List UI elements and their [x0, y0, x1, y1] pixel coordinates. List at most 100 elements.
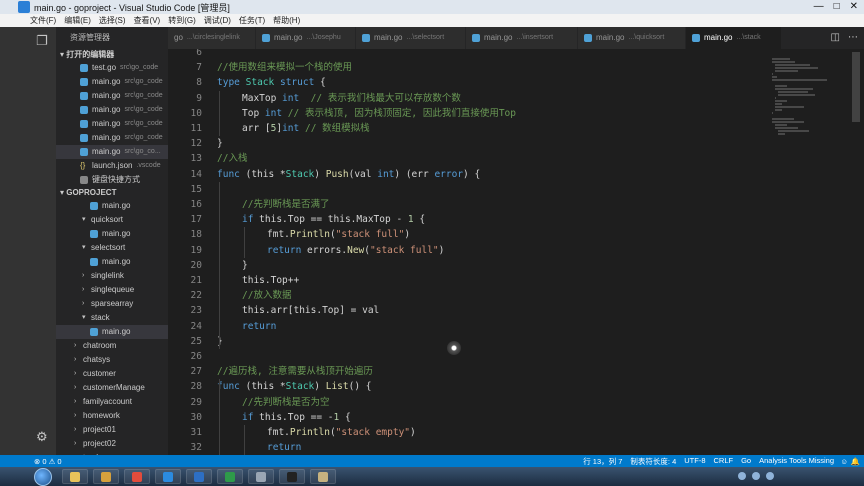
menu-selection[interactable]: 选择(S)	[99, 15, 126, 26]
code-line[interactable]: 26	[168, 349, 768, 364]
code-line[interactable]: 29 //先判断栈是否为空	[168, 395, 768, 410]
code-line[interactable]: 32 return	[168, 440, 768, 455]
maximize-button[interactable]: □	[834, 1, 840, 12]
folder-item[interactable]: › homework	[56, 409, 168, 423]
folder-item[interactable]: › sparsearray	[56, 297, 168, 311]
folder-item[interactable]: › familyaccount	[56, 395, 168, 409]
taskbar-chrome-button[interactable]	[124, 469, 150, 484]
folder-item[interactable]: › singlelink	[56, 269, 168, 283]
code-line[interactable]: 23 this.arr[this.Top] = val	[168, 303, 768, 318]
code-line[interactable]: 20}	[168, 258, 768, 273]
menu-file[interactable]: 文件(F)	[30, 15, 56, 26]
folder-item[interactable]: › chatroom	[56, 339, 168, 353]
editor-tab[interactable]: main.go ...\quicksort	[578, 27, 686, 49]
menu-goto[interactable]: 转到(G)	[168, 15, 196, 26]
taskbar-word-button[interactable]	[186, 469, 212, 484]
tray-icon[interactable]	[752, 472, 760, 480]
code-line[interactable]: 11 arr [5]int // 数组模拟栈	[168, 121, 768, 136]
editor-tab[interactable]: main.go ...\stack	[686, 27, 782, 49]
folder-item[interactable]: ▾ stack	[56, 311, 168, 325]
scrollbar-thumb[interactable]	[852, 52, 860, 122]
file-item[interactable]: main.go	[56, 255, 168, 269]
encoding[interactable]: UTF-8	[684, 456, 705, 467]
taskbar-notepad-button[interactable]	[248, 469, 274, 484]
problems-indicator[interactable]: ⊗ 0 ⚠ 0	[34, 457, 62, 466]
open-editor-item[interactable]: main.go src\go_code	[56, 103, 168, 117]
start-button[interactable]	[34, 468, 52, 486]
code-line[interactable]: 30 if this.Top == -1 {	[168, 410, 768, 425]
code-line[interactable]: 19 return errors.New("stack full")	[168, 243, 768, 258]
code-line[interactable]: 8 type Stack struct {	[168, 75, 768, 90]
folder-item[interactable]: ▾ selectsort	[56, 241, 168, 255]
editor-tab[interactable]: go ...\circlesinglelink	[168, 27, 256, 49]
open-editors-section[interactable]: ▾ 打开的编辑器	[56, 49, 168, 61]
language-mode[interactable]: Go	[741, 456, 751, 467]
code-line[interactable]: 24 return	[168, 319, 768, 334]
code-line[interactable]: 15	[168, 182, 768, 197]
menu-tasks[interactable]: 任务(T)	[239, 15, 265, 26]
code-line[interactable]: 16 //先判断栈是否满了	[168, 197, 768, 212]
code-line[interactable]: 27 //遍历栈, 注意需要从栈顶开始遍历	[168, 364, 768, 379]
open-editor-item[interactable]: main.go src\go_code	[56, 75, 168, 89]
taskbar-paint-button[interactable]	[310, 469, 336, 484]
minimap[interactable]	[768, 49, 864, 455]
code-line[interactable]: 7 //使用数组来模拟一个栈的使用	[168, 60, 768, 75]
code-line[interactable]: 9 MaxTop int // 表示我们栈最大可以存放数个数	[168, 91, 768, 106]
folder-item[interactable]: ▾ quicksort	[56, 213, 168, 227]
open-editor-item[interactable]: main.go src\go_code	[56, 117, 168, 131]
taskbar-excel-button[interactable]	[217, 469, 243, 484]
code-line[interactable]: 18 fmt.Println("stack full")	[168, 227, 768, 242]
code-line[interactable]: 22 //放入数据	[168, 288, 768, 303]
code-line[interactable]: 10 Top int // 表示栈顶, 因为栈顶固定, 因此我们直接使用Top	[168, 106, 768, 121]
open-editor-item[interactable]: {} launch.json .vscode	[56, 159, 168, 173]
code-line[interactable]: 25}	[168, 334, 768, 349]
open-editor-item[interactable]: main.go src\go_code	[56, 131, 168, 145]
folder-item[interactable]: › project02	[56, 437, 168, 451]
open-editor-item[interactable]: test.go src\go_code	[56, 61, 168, 75]
code-line[interactable]: 13 //入栈	[168, 151, 768, 166]
file-item[interactable]: main.go	[56, 227, 168, 241]
folder-item[interactable]: › customerManage	[56, 381, 168, 395]
open-editor-item[interactable]: main.go src\go_co...	[56, 145, 168, 159]
minimize-button[interactable]: —	[814, 1, 824, 12]
tray-icon[interactable]	[738, 472, 746, 480]
taskbar-vscode-button[interactable]	[155, 469, 181, 484]
taskbar-media-button[interactable]	[93, 469, 119, 484]
code-line[interactable]: 31 fmt.Println("stack empty")	[168, 425, 768, 440]
code-line[interactable]: 14 func (this *Stack) Push(val int) (err …	[168, 167, 768, 182]
line-ending[interactable]: CRLF	[714, 456, 734, 467]
code-line[interactable]: 17 if this.Top == this.MaxTop - 1 {	[168, 212, 768, 227]
menu-help[interactable]: 帮助(H)	[273, 15, 300, 26]
more-icon[interactable]: ⋯	[848, 32, 858, 43]
folder-item[interactable]: › chatsys	[56, 353, 168, 367]
split-editor-icon[interactable]: ◫	[831, 32, 840, 43]
file-item[interactable]: main.go	[56, 325, 168, 339]
open-editor-item[interactable]: main.go src\go_code	[56, 89, 168, 103]
open-editor-item[interactable]: 键盘快捷方式	[56, 173, 168, 187]
code-line[interactable]: 28 func (this *Stack) List() {	[168, 379, 768, 394]
file-item[interactable]: main.go	[56, 199, 168, 213]
feedback-icon[interactable]: ☺	[840, 457, 848, 466]
tab-size[interactable]: 制表符长度: 4	[630, 456, 676, 467]
folder-item[interactable]: › project01	[56, 423, 168, 437]
folder-item[interactable]: › singlequeue	[56, 283, 168, 297]
editor-tab[interactable]: main.go ...\selectsort	[356, 27, 466, 49]
editor-tab[interactable]: main.go ...\insertsort	[466, 27, 578, 49]
gear-icon[interactable]: ⚙	[36, 429, 48, 445]
menu-view[interactable]: 查看(V)	[134, 15, 161, 26]
code-line[interactable]: 12}	[168, 136, 768, 151]
goproject-section[interactable]: ▾ GOPROJECT	[56, 187, 168, 199]
bell-icon[interactable]: 🔔	[851, 457, 860, 466]
menu-edit[interactable]: 编辑(E)	[64, 15, 91, 26]
taskbar-explorer-button[interactable]	[62, 469, 88, 484]
tray-icon[interactable]	[766, 472, 774, 480]
editor-tab[interactable]: main.go ...\Josephu	[256, 27, 356, 49]
code-line[interactable]: 21 this.Top++	[168, 273, 768, 288]
files-icon[interactable]: ❐	[36, 33, 48, 49]
cursor-position[interactable]: 行 13，列 7	[583, 456, 622, 467]
menu-debug[interactable]: 调试(D)	[204, 15, 231, 26]
analysis-tools-warning[interactable]: Analysis Tools Missing	[759, 456, 834, 467]
close-button[interactable]: ✕	[850, 1, 858, 12]
code-editor[interactable]: 6 7//使用数组来模拟一个栈的使用 8 type Stack struct {9 Ma…	[168, 49, 768, 455]
folder-item[interactable]: › customer	[56, 367, 168, 381]
